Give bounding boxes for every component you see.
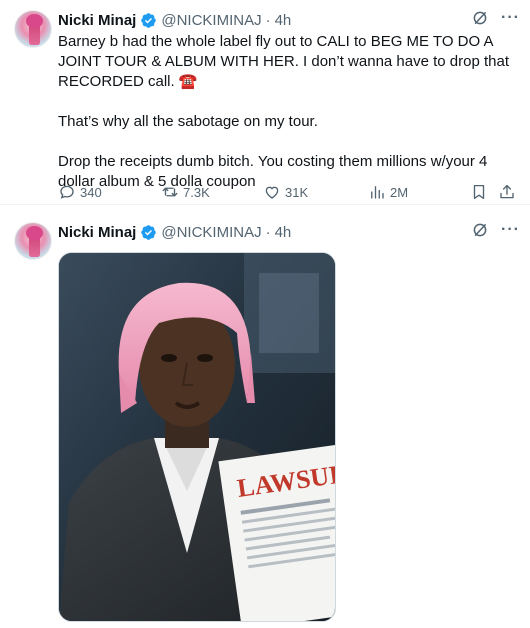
avatar-hair bbox=[26, 226, 43, 240]
tweet-header: Nicki Minaj @NICKIMINAJ · 4h ··· bbox=[58, 9, 520, 31]
reply-icon bbox=[60, 185, 74, 199]
views-icon bbox=[371, 186, 384, 199]
like-icon bbox=[265, 186, 279, 199]
views-count: 2M bbox=[390, 184, 409, 200]
grok-icon[interactable] bbox=[471, 221, 489, 239]
tweet-actions: 340 7.3K 31K 2M bbox=[58, 182, 518, 202]
timestamp[interactable]: 4h bbox=[275, 224, 292, 241]
author-handle[interactable]: @NICKIMINAJ bbox=[161, 12, 261, 29]
author-name[interactable]: Nicki Minaj bbox=[58, 12, 136, 29]
author-handle[interactable]: @NICKIMINAJ bbox=[161, 224, 261, 241]
verified-badge-icon bbox=[141, 224, 157, 240]
avatar[interactable] bbox=[14, 10, 52, 48]
repost-count: 7.3K bbox=[183, 184, 210, 200]
repost-icon bbox=[162, 187, 178, 197]
grok-icon[interactable] bbox=[471, 9, 489, 27]
tweet-paragraph: That’s why all the sabotage on my tour. bbox=[58, 113, 318, 130]
like-button[interactable]: 31K bbox=[263, 183, 308, 201]
tweet-media-image[interactable]: LAWSUIT bbox=[58, 252, 336, 622]
author-name[interactable]: Nicki Minaj bbox=[58, 224, 136, 241]
tweet[interactable]: Nicki Minaj @NICKIMINAJ · 4h ··· LAWSUIT bbox=[0, 212, 530, 628]
repost-button[interactable]: 7.3K bbox=[161, 183, 210, 201]
share-button[interactable] bbox=[498, 183, 516, 201]
tweet-text: Barney b had the whole label fly out to … bbox=[58, 32, 518, 192]
bookmark-button[interactable] bbox=[470, 183, 488, 201]
separator-dot: · bbox=[265, 11, 271, 29]
tweet[interactable]: Nicki Minaj @NICKIMINAJ · 4h ··· Barney … bbox=[0, 0, 530, 205]
like-count: 31K bbox=[285, 184, 309, 200]
verified-badge-icon bbox=[141, 12, 157, 28]
share-icon bbox=[500, 184, 514, 199]
separator-dot: · bbox=[265, 223, 271, 241]
reply-button[interactable]: 340 bbox=[58, 183, 102, 201]
avatar-hair bbox=[26, 14, 43, 28]
tweet-header: Nicki Minaj @NICKIMINAJ · 4h ··· bbox=[58, 221, 520, 243]
more-icon[interactable]: ··· bbox=[501, 10, 520, 26]
bookmark-icon bbox=[473, 184, 485, 200]
views-button[interactable]: 2M bbox=[368, 183, 408, 201]
reply-count: 340 bbox=[80, 184, 102, 200]
timestamp[interactable]: 4h bbox=[275, 12, 292, 29]
tweet-paragraph: Barney b had the whole label fly out to … bbox=[58, 33, 510, 90]
media-illustration: LAWSUIT bbox=[59, 253, 335, 621]
avatar[interactable] bbox=[14, 222, 52, 260]
more-icon[interactable]: ··· bbox=[501, 222, 520, 238]
